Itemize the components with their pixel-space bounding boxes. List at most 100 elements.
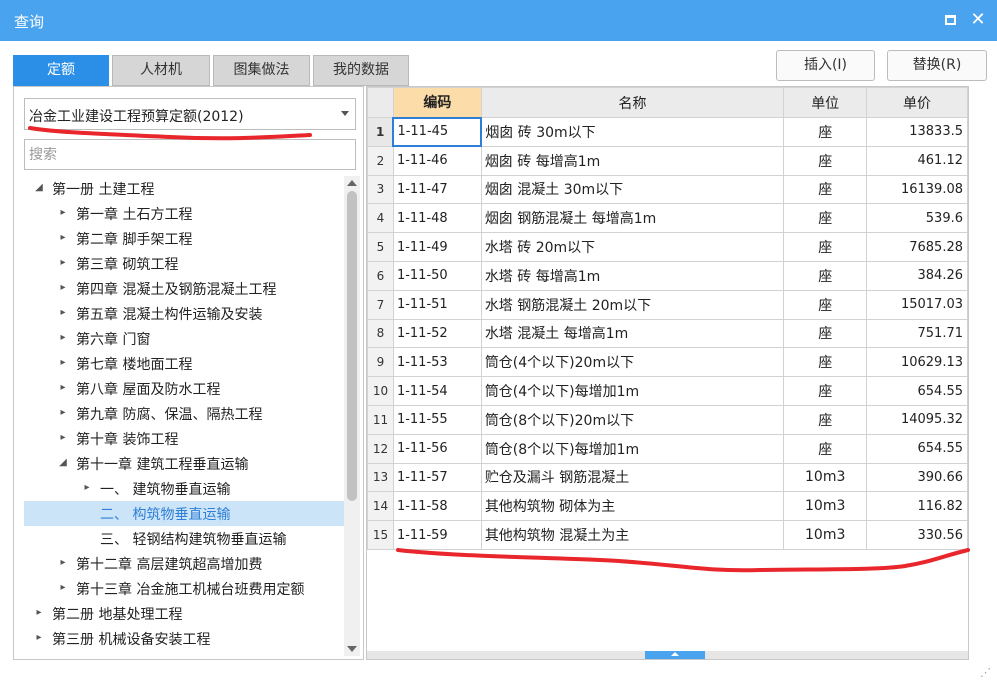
- chevron-down-icon[interactable]: [341, 111, 349, 116]
- name-cell[interactable]: 烟囱 钢筋混凝土 每增高1m: [480, 203, 785, 234]
- tree-node[interactable]: ▸ 第六章 门窗: [24, 326, 344, 351]
- column-header-price[interactable]: 单价: [866, 87, 968, 118]
- price-cell[interactable]: 10629.13: [866, 347, 968, 378]
- scroll-down-icon[interactable]: [347, 646, 357, 652]
- expand-arrow-icon[interactable]: ▸: [56, 256, 70, 270]
- table-row[interactable]: 4 1-11-48 烟囱 钢筋混凝土 每增高1m 座 539.6: [367, 203, 968, 234]
- table-row[interactable]: 13 1-11-57 贮仓及漏斗 钢筋混凝土 10m3 390.66: [367, 462, 968, 493]
- scroll-up-icon[interactable]: [347, 180, 357, 186]
- name-cell[interactable]: 水塔 混凝土 每增高1m: [480, 318, 785, 349]
- code-cell[interactable]: 1-11-54: [392, 376, 482, 406]
- code-cell[interactable]: 1-11-48: [392, 203, 482, 234]
- price-cell[interactable]: 15017.03: [866, 289, 968, 320]
- name-cell[interactable]: 烟囱 砖 每增高1m: [480, 145, 785, 176]
- unit-cell[interactable]: 座: [783, 232, 868, 262]
- code-cell[interactable]: 1-11-57: [392, 462, 482, 493]
- tree-node[interactable]: ▸ 第三册 机械设备安装工程: [24, 626, 344, 651]
- price-cell[interactable]: 14095.32: [866, 404, 968, 435]
- code-cell[interactable]: 1-11-58: [392, 491, 482, 522]
- unit-cell[interactable]: 10m3: [783, 520, 868, 550]
- tree-node[interactable]: ▸ 第十二章 高层建筑超高增加费: [24, 551, 344, 576]
- unit-cell[interactable]: 10m3: [783, 462, 868, 493]
- unit-cell[interactable]: 座: [783, 145, 868, 176]
- tab-labor-material-machine[interactable]: 人材机: [112, 55, 210, 86]
- price-cell[interactable]: 539.6: [866, 203, 968, 234]
- table-row[interactable]: 5 1-11-49 水塔 砖 20m以下座 7685.28: [367, 232, 968, 262]
- row-number-cell[interactable]: 1: [367, 117, 394, 147]
- row-number-cell[interactable]: 12: [367, 433, 394, 464]
- table-row[interactable]: 2 1-11-46 烟囱 砖 每增高1m 座 461.12: [367, 145, 968, 176]
- insert-button[interactable]: 插入(I): [776, 50, 875, 81]
- row-number-cell[interactable]: 9: [367, 347, 394, 378]
- unit-cell[interactable]: 座: [783, 260, 868, 291]
- price-cell[interactable]: 330.56: [866, 520, 968, 550]
- row-number-cell[interactable]: 10: [367, 376, 394, 406]
- name-cell[interactable]: 其他构筑物 混凝土为主: [480, 520, 785, 550]
- name-cell[interactable]: 水塔 砖 每增高1m: [480, 260, 785, 291]
- row-number-cell[interactable]: 2: [367, 145, 394, 176]
- grid-splitter[interactable]: [367, 651, 968, 659]
- name-cell[interactable]: 贮仓及漏斗 钢筋混凝土: [480, 462, 785, 493]
- unit-cell[interactable]: 座: [783, 347, 868, 378]
- table-row[interactable]: 1 1-11-45 烟囱 砖 30m以下座 13833.5: [367, 116, 968, 148]
- unit-cell[interactable]: 座: [783, 174, 868, 205]
- tree-node[interactable]: ▸ 第一章 土石方工程: [24, 201, 344, 226]
- name-cell[interactable]: 烟囱 砖 30m以下: [480, 117, 785, 147]
- price-cell[interactable]: 7685.28: [866, 232, 968, 262]
- unit-cell[interactable]: 座: [783, 289, 868, 320]
- tab-my-data[interactable]: 我的数据: [313, 55, 409, 86]
- tree-node[interactable]: ◢ 第一册 土建工程: [24, 176, 344, 201]
- tree-node[interactable]: ▸第四册 电气设备安装工程: [24, 651, 344, 656]
- tree-node[interactable]: ▸ 第四章 混凝土及钢筋混凝土工程: [24, 276, 344, 301]
- column-header-unit[interactable]: 单位: [783, 87, 868, 118]
- tree-node[interactable]: ▸ 第十三章 冶金施工机械台班费用定额: [24, 576, 344, 601]
- name-cell[interactable]: 筒仓(8个以下)20m以下: [480, 404, 785, 435]
- unit-cell[interactable]: 座: [783, 404, 868, 435]
- name-cell[interactable]: 筒仓(4个以下)20m以下: [480, 347, 785, 378]
- expand-arrow-icon[interactable]: ▸: [56, 306, 70, 320]
- expand-arrow-icon[interactable]: ▸: [56, 331, 70, 345]
- table-row[interactable]: 12 1-11-56 筒仓(8个以下)每增加1m 座 654.55: [367, 433, 968, 464]
- name-cell[interactable]: 水塔 砖 20m以下: [480, 232, 785, 262]
- code-cell[interactable]: 1-11-50: [392, 260, 482, 291]
- expand-arrow-icon[interactable]: ▸: [56, 206, 70, 220]
- expand-arrow-icon[interactable]: ▸: [56, 406, 70, 420]
- price-cell[interactable]: 390.66: [866, 462, 968, 493]
- tab-quota[interactable]: 定额: [13, 55, 109, 86]
- row-number-cell[interactable]: 14: [367, 491, 394, 522]
- tree-node[interactable]: ▸ 第二册 地基处理工程: [24, 601, 344, 626]
- row-number-cell[interactable]: 11: [367, 404, 394, 435]
- tree-node[interactable]: ▸ 第三章 砌筑工程: [24, 251, 344, 276]
- tree-node[interactable]: ▸ 第八章 屋面及防水工程: [24, 376, 344, 401]
- table-row[interactable]: 10 1-11-54 筒仓(4个以下)每增加1m 座 654.55: [367, 376, 968, 406]
- code-cell[interactable]: 1-11-49: [392, 232, 482, 262]
- table-row[interactable]: 14 1-11-58 其他构筑物 砌体为主 10m3 116.82: [367, 491, 968, 522]
- name-cell[interactable]: 筒仓(4个以下)每增加1m: [480, 376, 785, 406]
- row-number-cell[interactable]: 4: [367, 203, 394, 234]
- table-row[interactable]: 8 1-11-52 水塔 混凝土 每增高1m 座 751.71: [367, 318, 968, 349]
- search-input[interactable]: [24, 139, 356, 170]
- tree-node[interactable]: ◢ 第十一章 建筑工程垂直运输: [24, 451, 344, 476]
- price-cell[interactable]: 384.26: [866, 260, 968, 291]
- unit-cell[interactable]: 座: [783, 376, 868, 406]
- collapse-arrow-icon[interactable]: ◢: [56, 456, 70, 470]
- name-cell[interactable]: 其他构筑物 砌体为主: [480, 491, 785, 522]
- unit-cell[interactable]: 座: [783, 318, 868, 349]
- table-row[interactable]: 3 1-11-47 烟囱 混凝土 30m以下座 16139.08: [367, 174, 968, 205]
- code-cell[interactable]: 1-11-55: [392, 404, 482, 435]
- tree-node[interactable]: 二、 构筑物垂直运输: [24, 501, 344, 526]
- expand-arrow-icon[interactable]: ▸: [56, 356, 70, 370]
- tab-atlas-methods[interactable]: 图集做法: [213, 55, 310, 86]
- row-number-cell[interactable]: 5: [367, 232, 394, 262]
- tree-node[interactable]: 三、 轻钢结构建筑物垂直运输: [24, 526, 344, 551]
- expand-arrow-icon[interactable]: ▸: [56, 381, 70, 395]
- code-cell[interactable]: 1-11-47: [392, 174, 482, 205]
- expand-arrow-icon[interactable]: ▸: [56, 581, 70, 595]
- tree-scrollbar[interactable]: [344, 176, 360, 656]
- table-row[interactable]: 15 1-11-59 其他构筑物 混凝土为主 10m3 330.56: [367, 520, 968, 550]
- code-cell[interactable]: 1-11-51: [392, 289, 482, 320]
- resize-grip-icon[interactable]: ⋰: [980, 666, 994, 680]
- table-row[interactable]: 9 1-11-53 筒仓(4个以下)20m以下座 10629.13: [367, 347, 968, 378]
- quota-library-select[interactable]: 冶金工业建设工程预算定额(2012): [24, 98, 356, 130]
- table-row[interactable]: 7 1-11-51 水塔 钢筋混凝土 20m以下座 15017.03: [367, 289, 968, 320]
